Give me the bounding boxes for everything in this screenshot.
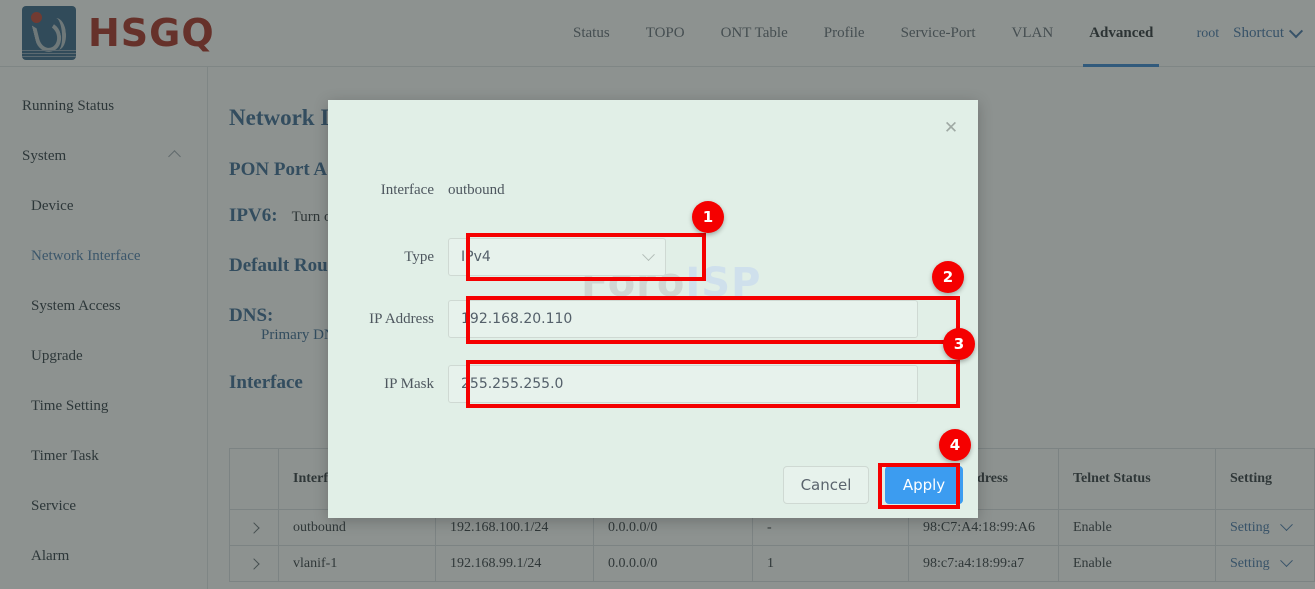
- field-type: Type IPv4: [328, 238, 666, 276]
- annotation-badge-1: 1: [692, 201, 724, 233]
- screen: HSGQ Status TOPO ONT Table Profile Servi…: [0, 0, 1315, 589]
- field-ip-mask: IP Mask 255.255.255.0: [328, 365, 918, 403]
- field-interface: Interface outbound: [328, 182, 505, 199]
- type-label: Type: [328, 249, 448, 266]
- type-select[interactable]: IPv4: [448, 238, 666, 276]
- type-value: IPv4: [461, 249, 491, 265]
- ip-mask-label: IP Mask: [328, 376, 448, 393]
- annotation-badge-2: 2: [932, 261, 964, 293]
- chevron-down-icon: [642, 248, 655, 261]
- cancel-button[interactable]: Cancel: [783, 466, 869, 504]
- dialog-actions: Cancel Apply: [783, 466, 963, 504]
- apply-button[interactable]: Apply: [885, 466, 963, 504]
- ip-address-input[interactable]: 192.168.20.110: [448, 300, 918, 338]
- ip-address-label: IP Address: [328, 311, 448, 328]
- interface-label: Interface: [328, 182, 448, 199]
- close-icon[interactable]: ✕: [940, 117, 962, 139]
- annotation-badge-4: 4: [939, 429, 971, 461]
- set-dialog: ✕ ForoISP Interface outbound Type IPv4 I…: [328, 100, 978, 518]
- interface-value: outbound: [448, 182, 505, 199]
- annotation-badge-3: 3: [943, 328, 975, 360]
- field-ip-address: IP Address 192.168.20.110: [328, 300, 918, 338]
- ip-mask-input[interactable]: 255.255.255.0: [448, 365, 918, 403]
